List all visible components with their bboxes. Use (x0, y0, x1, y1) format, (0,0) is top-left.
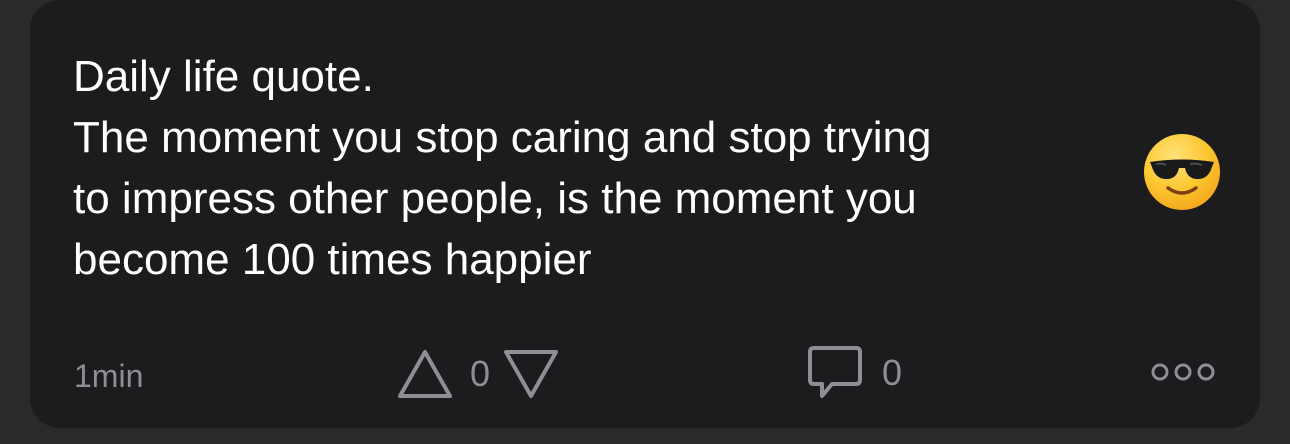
upvote-button[interactable] (396, 348, 454, 400)
post-footer: 1min 0 0 (30, 338, 1260, 408)
vote-group: 0 (396, 346, 560, 402)
comment-button[interactable]: 0 (806, 344, 902, 402)
ellipsis-icon[interactable] (1150, 360, 1216, 384)
timestamp: 1min (74, 358, 144, 394)
triangle-up-icon (398, 350, 452, 398)
comment-count: 0 (882, 352, 903, 393)
speech-bubble-icon (808, 346, 862, 398)
post-text: Daily life quote. The moment you stop ca… (73, 52, 932, 284)
post-card[interactable]: Daily life quote. The moment you stop ca… (30, 0, 1260, 428)
vote-count: 0 (470, 353, 491, 394)
downvote-button[interactable] (502, 348, 560, 400)
triangle-down-icon (504, 350, 559, 398)
sunglasses-emoji-icon (1144, 134, 1220, 210)
